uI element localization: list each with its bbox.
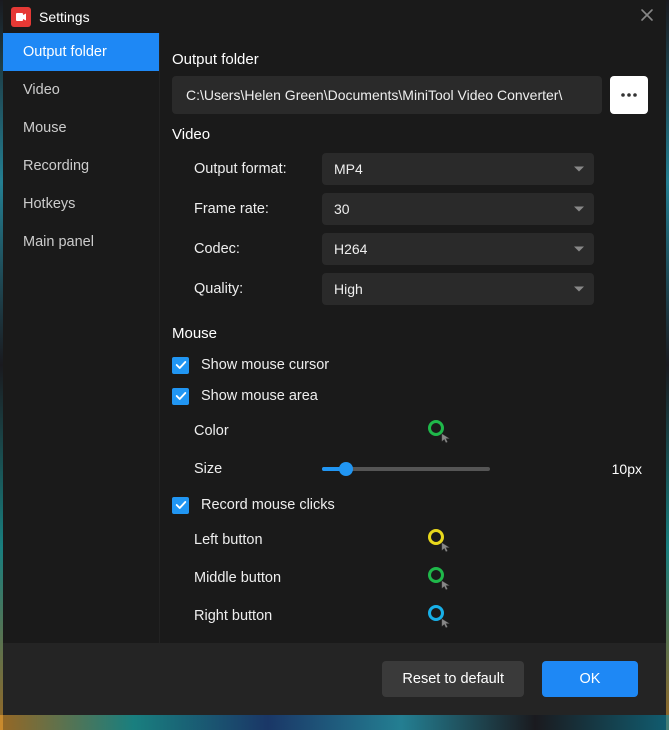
label-show-area: Show mouse area — [201, 388, 318, 404]
size-slider[interactable] — [322, 467, 490, 471]
settings-window: Settings Output folder Video Mouse Recor… — [3, 0, 666, 715]
label-right-button: Right button — [194, 608, 322, 624]
sidebar-item-recording[interactable]: Recording — [3, 147, 159, 185]
sidebar-item-label: Video — [23, 82, 60, 98]
sidebar-item-label: Mouse — [23, 120, 67, 136]
sidebar-item-label: Recording — [23, 158, 89, 174]
label-left-button: Left button — [194, 532, 322, 548]
ellipsis-icon — [620, 86, 638, 104]
color-picker-left[interactable] — [428, 529, 450, 551]
titlebar: Settings — [3, 0, 666, 33]
sidebar-item-label: Main panel — [23, 234, 94, 250]
cursor-pointer-icon — [441, 580, 452, 591]
reset-button[interactable]: Reset to default — [382, 661, 524, 697]
select-quality[interactable]: High — [322, 273, 594, 305]
label-mouse-area-color: Color — [194, 423, 322, 439]
chevron-down-icon — [574, 247, 584, 252]
label-frame-rate: Frame rate: — [172, 201, 322, 217]
sidebar-item-label: Hotkeys — [23, 196, 75, 212]
cursor-pointer-icon — [441, 433, 452, 444]
sidebar-item-output-folder[interactable]: Output folder — [3, 33, 159, 71]
section-title-video: Video — [172, 126, 648, 143]
select-output-format[interactable]: MP4 — [322, 153, 594, 185]
chevron-down-icon — [574, 287, 584, 292]
color-picker-area[interactable] — [428, 420, 450, 442]
settings-content[interactable]: Output folder Video Output format: — [160, 33, 666, 643]
color-picker-right[interactable] — [428, 605, 450, 627]
label-record-clicks: Record mouse clicks — [201, 497, 335, 513]
label-output-format: Output format: — [172, 161, 322, 177]
checkbox-show-cursor[interactable] — [172, 357, 189, 374]
label-mouse-area-size: Size — [194, 461, 322, 477]
label-show-cursor: Show mouse cursor — [201, 357, 329, 373]
select-value: High — [334, 281, 363, 297]
ok-button[interactable]: OK — [542, 661, 638, 697]
window-title: Settings — [39, 9, 90, 25]
label-quality: Quality: — [172, 281, 322, 297]
footer: Reset to default OK — [3, 643, 666, 715]
sidebar-item-video[interactable]: Video — [3, 71, 159, 109]
section-title-mouse: Mouse — [172, 325, 648, 342]
slider-thumb[interactable] — [339, 462, 353, 476]
chevron-down-icon — [574, 167, 584, 172]
select-frame-rate[interactable]: 30 — [322, 193, 594, 225]
sidebar-item-label: Output folder — [23, 44, 107, 60]
sidebar: Output folder Video Mouse Recording Hotk… — [3, 33, 160, 643]
close-icon[interactable] — [640, 8, 654, 25]
sidebar-item-hotkeys[interactable]: Hotkeys — [3, 185, 159, 223]
browse-button[interactable] — [610, 76, 648, 114]
sidebar-item-main-panel[interactable]: Main panel — [3, 223, 159, 261]
checkbox-record-clicks[interactable] — [172, 497, 189, 514]
select-value: 30 — [334, 201, 350, 217]
cursor-pointer-icon — [441, 618, 452, 629]
checkbox-show-area[interactable] — [172, 388, 189, 405]
output-folder-input[interactable] — [172, 76, 602, 114]
select-value: MP4 — [334, 161, 363, 177]
section-title-output-folder: Output folder — [172, 51, 648, 68]
app-logo-icon — [11, 7, 31, 27]
ok-button-label: OK — [580, 671, 601, 687]
select-value: H264 — [334, 241, 367, 257]
cursor-pointer-icon — [441, 542, 452, 553]
sidebar-item-mouse[interactable]: Mouse — [3, 109, 159, 147]
chevron-down-icon — [574, 207, 584, 212]
label-codec: Codec: — [172, 241, 322, 257]
select-codec[interactable]: H264 — [322, 233, 594, 265]
label-middle-button: Middle button — [194, 570, 322, 586]
size-value: 10px — [612, 461, 648, 477]
reset-button-label: Reset to default — [402, 671, 504, 687]
color-picker-middle[interactable] — [428, 567, 450, 589]
